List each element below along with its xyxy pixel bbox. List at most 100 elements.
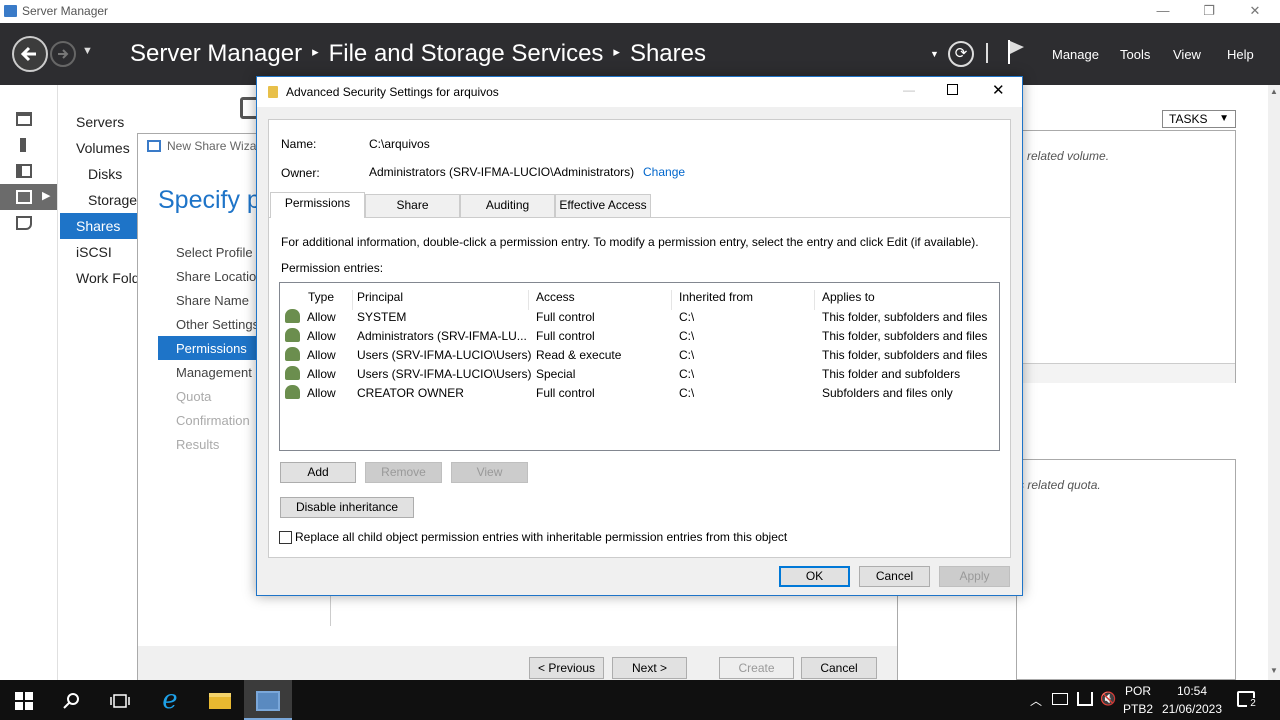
internet-explorer-icon[interactable]: e [146,680,194,720]
col-access[interactable]: Access [536,290,672,310]
cell-type: Allow [307,329,336,343]
name-label: Name: [281,137,317,151]
cell-access: Full control [536,310,595,324]
wizard-step-permissions[interactable]: Permissions [176,341,247,356]
server-manager-taskbar-icon[interactable] [244,680,292,720]
ok-button[interactable]: OK [779,566,850,587]
scroll-down-icon[interactable]: ▼ [1270,666,1278,675]
start-button[interactable] [0,680,48,720]
iis-icon[interactable] [16,216,32,230]
notifications-flag-icon[interactable] [1006,38,1028,66]
breadcrumb-item[interactable]: Server Manager [130,40,302,67]
nav-work-folders[interactable]: Work Fold [76,270,140,286]
wizard-step[interactable]: Select Profile [176,245,253,260]
clock-date[interactable]: 21/06/2023 [1160,702,1224,716]
cell-principal: Users (SRV-IFMA-LUCIO\Users) [357,348,532,362]
app-title-bar: Server Manager — ❐ ✕ [0,0,1280,23]
wizard-step[interactable]: Management [176,365,252,380]
close-button[interactable]: ✕ [1244,2,1266,20]
dashboard-icon[interactable] [16,112,32,126]
tasks-button[interactable]: TASKS ▼ [1162,110,1236,128]
nav-servers[interactable]: Servers [76,114,124,130]
previous-button[interactable]: < Previous [529,657,604,679]
col-applies[interactable]: Applies to [822,290,992,310]
col-inherited[interactable]: Inherited from [679,290,815,310]
refresh-button[interactable]: ⟳ [948,41,974,67]
add-button[interactable]: Add [280,462,356,483]
nav-volumes[interactable]: Volumes [76,140,130,156]
scroll-up-icon[interactable]: ▲ [1270,87,1278,96]
replace-checkbox-label[interactable]: Replace all child object permission entr… [295,530,787,544]
network-icon[interactable] [1077,692,1093,706]
cell-principal: Users (SRV-IFMA-LUCIO\Users) [357,367,532,381]
restore-button[interactable]: ❐ [1198,2,1220,20]
wizard-title: New Share Wizar [167,139,261,153]
permission-entries-list[interactable]: Type Principal Access Inherited from App… [279,282,1000,451]
breadcrumb-item[interactable]: Shares [630,40,706,67]
next-button[interactable]: Next > [612,657,687,679]
scrollbar-vertical[interactable]: ▲ ▼ [1268,85,1280,680]
clock-time[interactable]: 10:54 [1160,684,1224,698]
replace-checkbox[interactable] [279,531,292,544]
dialog-maximize-button[interactable] [947,84,958,95]
wizard-step[interactable]: Share Location [176,269,263,284]
tab-effective-access[interactable]: Effective Access [555,194,651,217]
all-servers-icon[interactable] [16,164,32,178]
back-button[interactable] [12,36,48,72]
file-explorer-icon[interactable] [196,680,244,720]
nav-iscsi[interactable]: iSCSI [76,244,112,260]
tab-auditing[interactable]: Auditing [460,194,555,217]
wizard-step[interactable]: Other Settings [176,317,259,332]
show-hidden-icons[interactable]: ︿ [1030,692,1042,709]
wizard-step[interactable]: Share Name [176,293,249,308]
table-row[interactable]: Allow Users (SRV-IFMA-LUCIO\Users) Speci… [280,365,999,384]
change-owner-link[interactable]: Change [643,165,685,179]
col-principal[interactable]: Principal [357,290,529,310]
cell-inherited: C:\ [679,348,695,362]
nav-shares[interactable]: Shares [76,218,120,234]
dialog-minimize-button: — [903,83,915,97]
table-row[interactable]: Allow Users (SRV-IFMA-LUCIO\Users) Read … [280,346,999,365]
search-button[interactable] [48,680,96,720]
dialog-cancel-button[interactable]: Cancel [859,566,930,587]
wizard-cancel-button[interactable]: Cancel [801,657,877,679]
disable-inheritance-button[interactable]: Disable inheritance [280,497,414,518]
tab-permissions[interactable]: Permissions [270,192,365,218]
table-row[interactable]: Allow Administrators (SRV-IFMA-LU... Ful… [280,327,999,346]
task-view-button[interactable] [96,680,144,720]
table-row[interactable]: Allow SYSTEM Full control C:\ This folde… [280,308,999,327]
dialog-close-button[interactable]: ✕ [992,81,1005,99]
nav-storage[interactable]: Storage [88,192,137,208]
keyboard-layout[interactable]: PTB2 [1122,702,1154,716]
col-type[interactable]: Type [308,290,353,310]
tray-device-icon[interactable] [1052,693,1068,705]
input-language[interactable]: POR [1124,684,1152,698]
local-server-icon[interactable] [20,138,26,152]
cell-type: Allow [307,310,336,324]
breadcrumb-item[interactable]: File and Storage Services [329,40,604,67]
wizard-divider [330,596,331,626]
tab-share[interactable]: Share [365,194,460,217]
folder-icon [268,86,278,98]
table-row[interactable]: Allow CREATOR OWNER Full control C:\ Sub… [280,384,999,403]
expand-arrow-icon[interactable]: ▶ [42,189,50,202]
arrow-right-icon [58,49,69,59]
taskbar: e ︿ 🔇 POR PTB2 10:54 21/06/2023 2 [0,680,1280,720]
cell-principal: Administrators (SRV-IFMA-LU... [357,329,527,343]
volume-muted-icon[interactable]: 🔇 [1100,691,1116,707]
menu-view[interactable]: View [1173,47,1201,62]
menu-manage[interactable]: Manage [1052,47,1099,62]
cell-type: Allow [307,367,336,381]
minimize-button[interactable]: — [1152,2,1174,20]
menu-help[interactable]: Help [1227,47,1254,62]
dropdown-icon[interactable]: ▼ [930,49,939,59]
forward-button[interactable] [50,41,76,67]
file-storage-glyph-icon [16,190,32,204]
history-dropdown-icon[interactable]: ▼ [82,45,93,57]
cell-principal: SYSTEM [357,310,407,324]
info-text: For additional information, double-click… [281,235,979,249]
dialog-title-bar: Advanced Security Settings for arquivos … [257,77,1022,107]
owner-label: Owner: [281,166,320,180]
nav-disks[interactable]: Disks [88,166,122,182]
menu-tools[interactable]: Tools [1120,47,1150,62]
